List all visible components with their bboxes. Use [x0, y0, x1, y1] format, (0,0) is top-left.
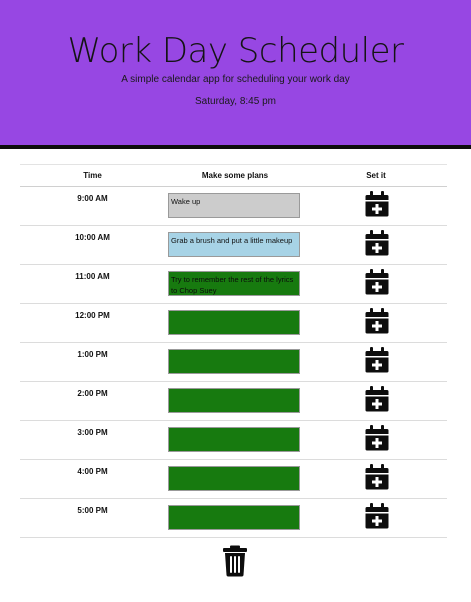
trash-icon: [223, 545, 247, 577]
hour-label: 5:00 PM: [77, 506, 108, 515]
hour-label: 4:00 PM: [77, 467, 108, 476]
hour-row: 2:00 PM: [20, 382, 447, 421]
calendar-plus-icon: [365, 347, 389, 373]
page-title: Work Day Scheduler: [67, 31, 404, 71]
plan-input[interactable]: [168, 193, 300, 218]
save-button[interactable]: [365, 503, 389, 529]
hour-label: 12:00 PM: [75, 311, 110, 320]
calendar-plus-icon: [365, 425, 389, 451]
save-button[interactable]: [365, 425, 389, 451]
plan-input[interactable]: [168, 271, 300, 296]
save-button[interactable]: [365, 308, 389, 334]
calendar-plus-icon: [365, 386, 389, 412]
current-day: Saturday, 8:45 pm: [195, 96, 276, 107]
hour-label: 2:00 PM: [77, 389, 108, 398]
plan-input[interactable]: [168, 310, 300, 335]
calendar-plus-icon: [365, 269, 389, 295]
calendar-plus-icon: [365, 308, 389, 334]
header-jumbotron: Work Day Scheduler A simple calendar app…: [0, 0, 471, 145]
save-button[interactable]: [365, 464, 389, 490]
save-column-header: Set it: [366, 171, 386, 180]
page-subtitle: A simple calendar app for scheduling you…: [121, 74, 350, 85]
calendar-plus-icon: [365, 191, 389, 217]
clear-schedule-button[interactable]: [222, 545, 248, 577]
hour-row: 5:00 PM: [20, 499, 447, 538]
header-divider: [0, 145, 471, 149]
hour-rows: 9:00 AM 10:00 AM 11:00 AM 12:00 PM 1:00 PM 2:…: [20, 187, 447, 538]
hour-row: 10:00 AM: [20, 226, 447, 265]
hour-label: 3:00 PM: [77, 428, 108, 437]
save-button[interactable]: [365, 269, 389, 295]
table-header-row: Time Make some plans Set it: [20, 164, 447, 187]
hour-row: 12:00 PM: [20, 304, 447, 343]
hour-label: 10:00 AM: [75, 233, 110, 242]
planner-table: Time Make some plans Set it 9:00 AM 10:00…: [20, 164, 447, 538]
hour-label: 11:00 AM: [75, 272, 110, 281]
save-button[interactable]: [365, 230, 389, 256]
hour-row: 1:00 PM: [20, 343, 447, 382]
plan-input[interactable]: [168, 388, 300, 413]
hour-label: 9:00 AM: [77, 194, 108, 203]
calendar-plus-icon: [365, 464, 389, 490]
calendar-plus-icon: [365, 230, 389, 256]
time-column-header: Time: [83, 171, 102, 180]
plans-column-header: Make some plans: [201, 171, 269, 180]
plan-input[interactable]: [168, 232, 300, 257]
plan-input[interactable]: [168, 349, 300, 374]
plan-input[interactable]: [168, 505, 300, 530]
plan-input[interactable]: [168, 466, 300, 491]
save-button[interactable]: [365, 347, 389, 373]
hour-row: 3:00 PM: [20, 421, 447, 460]
hour-label: 1:00 PM: [77, 350, 108, 359]
calendar-plus-icon: [365, 503, 389, 529]
save-button[interactable]: [365, 191, 389, 217]
hour-row: 4:00 PM: [20, 460, 447, 499]
hour-row: 11:00 AM: [20, 265, 447, 304]
plan-input[interactable]: [168, 427, 300, 452]
hour-row: 9:00 AM: [20, 187, 447, 226]
save-button[interactable]: [365, 386, 389, 412]
